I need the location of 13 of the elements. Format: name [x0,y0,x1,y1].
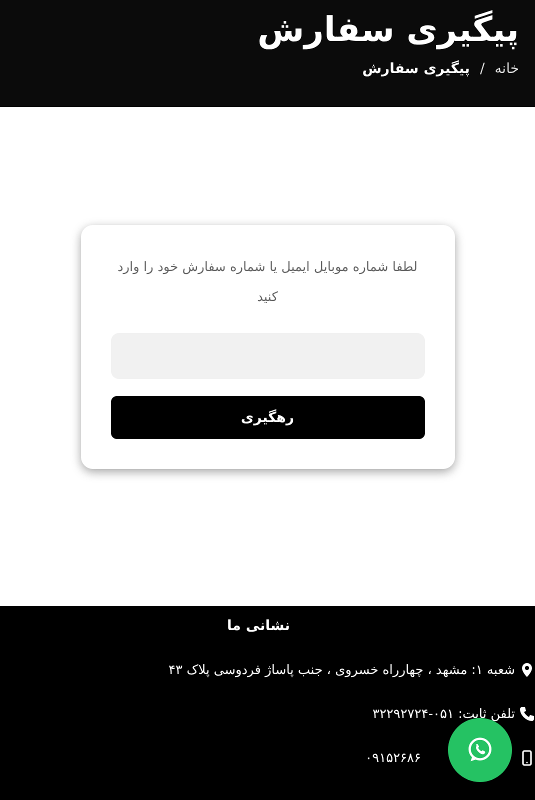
tracking-prompt: لطفا شماره موبایل ایمیل یا شماره سفارش خود را وارد کنید [116,259,419,307]
contact-text: ۰۹۱۵۲۶۸۶ [365,750,421,766]
contact-text: تلفن ثابت: ۰۵۱-۳۲۲۹۲۷۲۴ [372,706,515,722]
breadcrumb-separator: / [480,60,485,77]
page-title: پیگیری سفارش [257,10,519,51]
location-pin-icon [519,661,535,679]
contact-text: شعبه ۱: مشهد ، چهارراه خسروی ، جنب پاساژ فردوسی پلاک ۴۳ [168,662,515,678]
track-button[interactable]: رهگیری [110,396,424,439]
footer-heading: نشانی ما [226,618,290,634]
breadcrumb-link[interactable]: خانه [494,60,519,77]
mobile-phone-icon [519,749,535,767]
breadcrumb-link[interactable]: پیگیری سفارش [362,60,470,77]
phone-icon [519,705,535,723]
